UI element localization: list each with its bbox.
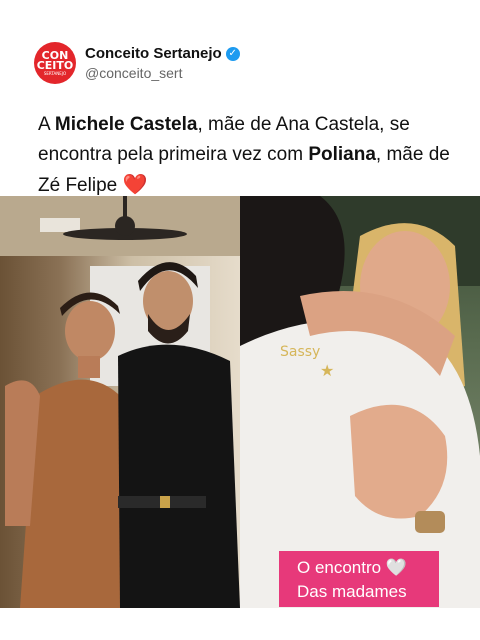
post-name-michele: Michele Castela [54,114,198,135]
avatar[interactable]: CON CEITO SERTANEJO [34,42,76,84]
display-name-row[interactable]: Conceito Sertanejo ✓ [85,45,240,62]
media-gallery: Sassy ★ [0,196,480,608]
post-text-part-1: A [38,114,55,135]
user-handle[interactable]: @conceito_sert [85,65,240,81]
display-name[interactable]: Conceito Sertanejo [85,45,222,62]
photo-hug-illustration: Sassy ★ [240,196,480,608]
svg-text:★: ★ [320,361,334,380]
author-info: Conceito Sertanejo ✓ @conceito_sert [85,45,240,81]
post-header: CON CEITO SERTANEJO Conceito Sertanejo ✓… [34,42,240,84]
post-text: A Michele Castela, mãe de Ana Castela, s… [38,110,458,201]
svg-text:Sassy: Sassy [280,344,320,360]
caption-overlay: O encontro 🤍 Das madames [279,551,439,607]
photo-mothers-hugging[interactable]: Sassy ★ [240,196,480,608]
red-heart-icon: ❤️ [122,174,148,196]
verified-badge-icon: ✓ [225,46,240,61]
caption-line-2: Das madames [297,582,407,601]
avatar-text-2: CEITO [36,58,74,72]
avatar-text-3: SERTANEJO [43,70,67,76]
photo-couple-posing[interactable] [0,196,240,608]
photo-couple-illustration [0,196,240,608]
caption-line-1: O encontro 🤍 [297,558,407,577]
post-name-poliana: Poliana [308,144,376,165]
